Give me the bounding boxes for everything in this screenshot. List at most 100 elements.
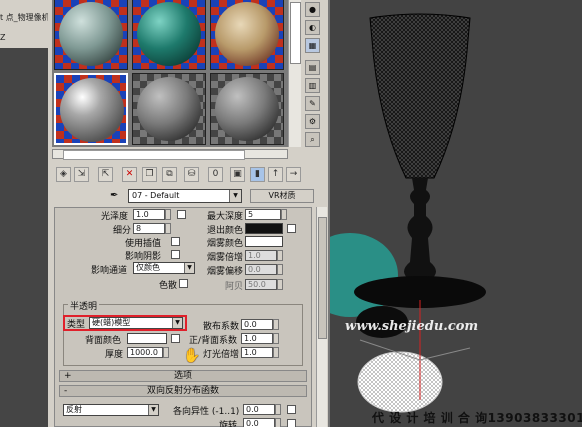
footer-banner-text: 代 设 计 培 训 合 询13903833301	[372, 411, 582, 425]
glossiness-map-button[interactable]	[177, 210, 186, 219]
fog-bias-arrows[interactable]	[277, 264, 283, 275]
sample-slot-2[interactable]	[132, 0, 206, 70]
translucency-type-select[interactable]: 硬(蜡)模型 ▼	[89, 317, 183, 329]
eyedropper-icon[interactable]: ✒	[110, 190, 118, 201]
sample-slot-5[interactable]	[132, 73, 206, 145]
back-color-swatch[interactable]	[127, 333, 167, 344]
scatter-coeff-spinner[interactable]: 0.0	[241, 319, 273, 330]
get-material-icon[interactable]: ◈	[56, 167, 71, 182]
fwd-back-coeff-spinner[interactable]: 1.0	[241, 333, 273, 344]
sample-type-icon[interactable]: ●	[305, 2, 320, 17]
rollout-scroll-thumb[interactable]	[318, 217, 327, 339]
reset-map-icon[interactable]: ✕	[122, 167, 137, 182]
translucency-type-value: 硬(蜡)模型	[92, 318, 131, 327]
perspective-viewport[interactable]	[328, 0, 582, 427]
anisotropy-map-button[interactable]	[287, 405, 296, 414]
show-end-result-icon[interactable]: ▮	[250, 167, 265, 182]
subdivs-spinner[interactable]: 8	[133, 223, 165, 234]
slots-hscroll[interactable]	[52, 149, 288, 160]
put-to-library-icon[interactable]: ⛁	[184, 167, 199, 182]
fog-color-label: 烟雾颜色	[207, 239, 244, 249]
rotation-label: 旋转	[219, 421, 238, 427]
anisotropy-label: 各向异性 (-1..1)	[173, 407, 240, 417]
thickness-spinner[interactable]: 1000.0	[127, 347, 163, 358]
uv-tiling-icon[interactable]: ▤	[305, 60, 320, 75]
go-forward-sibling-icon[interactable]: →	[286, 167, 301, 182]
light-multiplier-spinner[interactable]: 1.0	[241, 347, 273, 358]
rotation-spinner[interactable]: 0.0	[243, 418, 275, 427]
exit-color-checkbox[interactable]	[287, 224, 296, 233]
max-depth-spinner[interactable]: 5	[245, 209, 281, 220]
goblet-bowl	[369, 13, 471, 179]
sample-side-toolbar: ● ◐ ▦ ▤ ▥ ✎ ⚙ ⌕	[302, 0, 324, 150]
affect-channel-select[interactable]: 仅颜色 ▼	[133, 262, 195, 274]
scatter-coeff-arrows[interactable]	[273, 319, 279, 330]
make-preview-icon[interactable]: ✎	[305, 96, 320, 111]
brdf-rollout-bar[interactable]: - 双向反射分布函数	[59, 385, 307, 397]
affect-shadows-checkbox[interactable]	[171, 250, 180, 259]
video-color-check-icon[interactable]: ▥	[305, 78, 320, 93]
viewport-scene	[330, 13, 486, 413]
translucency-type-label: 类型	[67, 320, 86, 330]
material-params-rollout: 光泽度 1.0 细分 8 使用插值 影响阴影 影响通道 仅颜色 ▼ 色散 最大深…	[54, 207, 312, 427]
anisotropy-arrows[interactable]	[275, 404, 281, 415]
fog-multiplier-label: 烟雾倍增	[207, 253, 244, 263]
back-color-label: 背面颜色	[85, 336, 122, 346]
fwd-back-coeff-label: 正/背面系数	[189, 336, 238, 346]
material-name-field[interactable]: 07 - Default ▼	[128, 189, 242, 203]
exit-color-swatch[interactable]	[245, 223, 283, 234]
show-map-icon[interactable]: ▣	[230, 167, 245, 182]
chevron-down-icon: ▼	[184, 263, 194, 273]
sample-slot-6[interactable]	[210, 73, 284, 145]
chevron-down-icon: ▼	[172, 318, 182, 328]
light-multiplier-label: 灯光倍增	[203, 350, 240, 360]
assign-to-selection-icon[interactable]: ⇱	[98, 167, 113, 182]
subdivs-arrows[interactable]	[165, 223, 171, 234]
brdf-rollout-title: 双向反射分布函数	[146, 386, 219, 396]
rollout-scrollbar[interactable]	[316, 207, 327, 427]
fog-multiplier-arrows[interactable]	[277, 250, 283, 261]
options-rollout-bar[interactable]: + 选项	[59, 370, 307, 382]
sample-slot-4-active[interactable]	[54, 73, 128, 145]
make-copy-icon[interactable]: ❐	[142, 167, 157, 182]
select-by-material-icon[interactable]: ⌕	[305, 132, 320, 147]
material-type-button[interactable]: VR材质	[250, 189, 314, 203]
fog-multiplier-spinner[interactable]: 1.0	[245, 250, 277, 261]
back-color-map-button[interactable]	[171, 334, 180, 343]
use-interp-checkbox[interactable]	[171, 237, 180, 246]
chevron-down-icon[interactable]: ▼	[229, 190, 241, 202]
sample-slot-3[interactable]	[210, 0, 284, 70]
thickness-arrows[interactable]	[163, 347, 169, 358]
dispersion-checkbox[interactable]	[179, 279, 188, 288]
fog-bias-spinner[interactable]: 0.0	[245, 264, 277, 275]
anisotropy-spinner[interactable]: 0.0	[243, 404, 275, 415]
options-icon[interactable]: ⚙	[305, 114, 320, 129]
glossiness-arrows[interactable]	[165, 209, 171, 220]
brdf-type-select[interactable]: 反射 ▼	[63, 404, 159, 416]
light-multiplier-arrows[interactable]	[273, 347, 279, 358]
fwd-back-coeff-arrows[interactable]	[273, 333, 279, 344]
scene-object-name[interactable]: t 点_物理像机	[0, 12, 50, 23]
abbe-spinner[interactable]: 50.0	[245, 279, 277, 290]
max-depth-arrows[interactable]	[281, 209, 287, 220]
options-rollout-title: 选项	[173, 371, 192, 381]
make-unique-icon[interactable]: ⧉	[162, 167, 177, 182]
background-icon[interactable]: ▦	[305, 38, 320, 53]
put-to-scene-icon[interactable]: ⇲	[74, 167, 89, 182]
glossiness-spinner[interactable]: 1.0	[133, 209, 165, 220]
goblet-stem	[404, 178, 436, 280]
subdivs-label: 细分	[113, 226, 132, 236]
dispersion-label: 色散	[159, 281, 178, 291]
watermark-text: www.shejiedu.com	[345, 319, 479, 334]
go-to-parent-icon[interactable]: ↑	[268, 167, 283, 182]
material-editor: ● ◐ ▦ ▤ ▥ ✎ ⚙ ⌕ ◈ ⇲ ⇱ ✕ ❐ ⧉ ⛁ 0 ▣ ▮ ↑ → …	[48, 0, 328, 427]
fog-color-swatch[interactable]	[245, 236, 283, 247]
rotation-map-button[interactable]	[287, 419, 296, 427]
material-id-icon[interactable]: 0	[208, 167, 223, 182]
backlight-icon[interactable]: ◐	[305, 20, 320, 35]
sample-slot-1[interactable]	[54, 0, 128, 70]
abbe-arrows[interactable]	[277, 279, 283, 290]
slots-vscroll-up[interactable]	[288, 0, 301, 147]
hand-cursor-icon: ✋	[183, 348, 201, 364]
rotation-arrows[interactable]	[275, 418, 281, 427]
